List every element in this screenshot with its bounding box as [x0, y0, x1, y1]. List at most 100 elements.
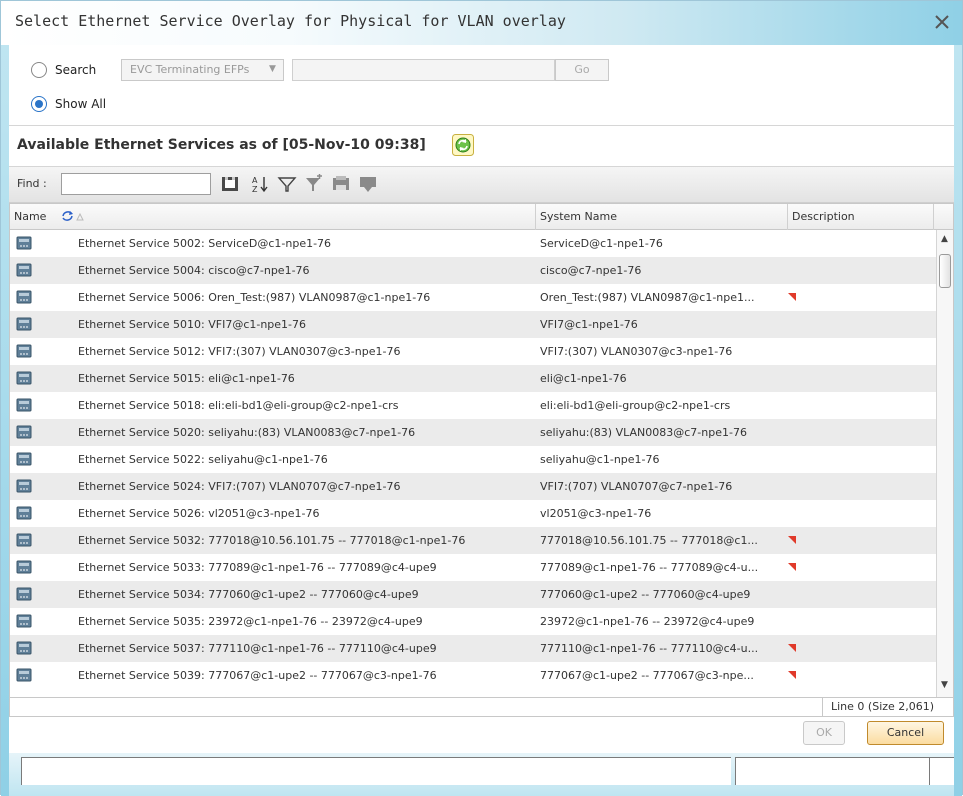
table-row[interactable]: Ethernet Service 5037: 777110@c1-npe1-76… — [10, 635, 936, 662]
system-name-cell: 777110@c1-npe1-76 -- 777110@c4-u... — [540, 642, 759, 655]
table-row[interactable]: Ethernet Service 5035: 23972@c1-npe1-76 … — [10, 608, 936, 635]
column-settings-icon[interactable] — [357, 173, 379, 195]
footer-status-field — [21, 757, 731, 785]
service-name-cell: Ethernet Service 5002: ServiceD@c1-npe1-… — [78, 237, 332, 250]
service-name-cell: Ethernet Service 5033: 777089@c1-npe1-76… — [78, 561, 437, 574]
ethernet-service-icon — [16, 316, 32, 332]
system-name-cell: eli@c1-npe1-76 — [540, 372, 627, 385]
table-row[interactable]: Ethernet Service 5024: VFI7:(707) VLAN07… — [10, 473, 936, 500]
cancel-button[interactable]: Cancel — [867, 721, 944, 745]
ethernet-service-icon — [16, 613, 32, 629]
search-input[interactable] — [292, 59, 555, 81]
service-name-cell: Ethernet Service 5037: 777110@c1-npe1-76… — [78, 642, 437, 655]
ethernet-service-icon — [16, 505, 32, 521]
table-row[interactable]: Ethernet Service 5022: seliyahu@c1-npe1-… — [10, 446, 936, 473]
available-services-title: Available Ethernet Services as of [05-No… — [17, 137, 426, 153]
service-name-cell: Ethernet Service 5006: Oren_Test:(987) V… — [78, 291, 431, 304]
ethernet-service-icon — [16, 451, 32, 467]
print-icon[interactable] — [330, 173, 352, 195]
services-table: Name System Name Description Ethernet Se… — [9, 203, 954, 698]
system-name-cell: VFI7@c1-npe1-76 — [540, 318, 638, 331]
table-row[interactable]: Ethernet Service 5002: ServiceD@c1-npe1-… — [10, 230, 936, 257]
ethernet-service-icon — [16, 667, 32, 683]
truncation-marker-icon — [788, 290, 796, 301]
table-toolbar: Find : A Z — [9, 167, 954, 203]
left-border-strip — [1, 45, 9, 796]
table-row[interactable]: Ethernet Service 5026: vl2051@c3-npe1-76… — [10, 500, 936, 527]
service-name-cell: Ethernet Service 5018: eli:eli-bd1@eli-g… — [78, 399, 399, 412]
scrollbar-thumb[interactable] — [939, 254, 951, 288]
service-name-cell: Ethernet Service 5032: 777018@10.56.101.… — [78, 534, 466, 547]
dialog-footer — [9, 753, 954, 796]
line-size-indicator: Line 0 (Size 2,061) — [822, 698, 955, 716]
system-name-cell: vl2051@c3-npe1-76 — [540, 507, 652, 520]
table-row[interactable]: Ethernet Service 5004: cisco@c7-npe1-76 c… — [10, 257, 936, 284]
truncation-marker-icon — [788, 668, 796, 679]
svg-text:Z: Z — [252, 185, 258, 194]
scroll-up-icon[interactable]: ▲ — [941, 234, 948, 244]
available-services-header: Available Ethernet Services as of [05-No… — [9, 125, 954, 167]
service-name-cell: Ethernet Service 5022: seliyahu@c1-npe1-… — [78, 453, 328, 466]
ethernet-service-icon — [16, 289, 32, 305]
table-row[interactable]: Ethernet Service 5010: VFI7@c1-npe1-76 VF… — [10, 311, 936, 338]
truncation-marker-icon — [788, 560, 796, 571]
dialog-title: Select Ethernet Service Overlay for Phys… — [15, 12, 566, 30]
column-header-name[interactable]: Name — [10, 204, 536, 230]
ethernet-service-icon — [16, 586, 32, 602]
table-row[interactable]: Ethernet Service 5018: eli:eli-bd1@eli-g… — [10, 392, 936, 419]
system-name-cell: 777067@c1-upe2 -- 777067@c3-npe... — [540, 669, 754, 682]
chevron-down-icon: ▼ — [269, 64, 276, 74]
close-icon[interactable] — [931, 11, 953, 33]
export-icon[interactable] — [219, 173, 241, 195]
ethernet-service-icon — [16, 370, 32, 386]
search-radio[interactable] — [31, 62, 47, 78]
system-name-cell: VFI7:(707) VLAN0707@c7-npe1-76 — [540, 480, 733, 493]
footer-status-field-secondary — [735, 757, 953, 785]
column-header-name-label: Name — [14, 210, 47, 223]
ok-button[interactable]: OK — [803, 721, 845, 745]
scroll-down-icon[interactable]: ▼ — [941, 680, 948, 690]
table-status-bar: Line 0 (Size 2,061) — [9, 698, 954, 717]
service-name-cell: Ethernet Service 5020: seliyahu:(83) VLA… — [78, 426, 416, 439]
service-name-cell: Ethernet Service 5039: 777067@c1-upe2 --… — [78, 669, 437, 682]
search-radio-label: Search — [55, 63, 97, 77]
column-header-system-name[interactable]: System Name — [536, 204, 788, 230]
sort-az-icon[interactable]: A Z — [249, 173, 271, 195]
show-all-radio[interactable] — [31, 96, 47, 112]
ethernet-service-icon — [16, 262, 32, 278]
go-button[interactable]: Go — [555, 59, 609, 81]
ethernet-service-icon — [16, 559, 32, 575]
system-name-cell: seliyahu:(83) VLAN0083@c7-npe1-76 — [540, 426, 747, 439]
system-name-cell: cisco@c7-npe1-76 — [540, 264, 642, 277]
truncation-marker-icon — [788, 533, 796, 544]
table-row[interactable]: Ethernet Service 5033: 777089@c1-npe1-76… — [10, 554, 936, 581]
column-header-description[interactable]: Description — [788, 204, 934, 230]
find-label: Find : — [17, 177, 47, 190]
system-name-cell: 23972@c1-npe1-76 -- 23972@c4-upe9 — [540, 615, 755, 628]
table-row[interactable]: Ethernet Service 5006: Oren_Test:(987) V… — [10, 284, 936, 311]
table-row[interactable]: Ethernet Service 5012: VFI7:(307) VLAN03… — [10, 338, 936, 365]
system-name-cell: ServiceD@c1-npe1-76 — [540, 237, 663, 250]
find-input[interactable] — [61, 173, 211, 195]
vertical-scrollbar[interactable]: ▲ ▼ — [936, 230, 953, 697]
search-filter-dropdown[interactable]: EVC Terminating EFPs ▼ — [121, 59, 284, 81]
radio-selected-dot — [35, 100, 43, 108]
table-row[interactable]: Ethernet Service 5032: 777018@10.56.101.… — [10, 527, 936, 554]
system-name-cell: 777060@c1-upe2 -- 777060@c4-upe9 — [540, 588, 751, 601]
table-row[interactable]: Ethernet Service 5015: eli@c1-npe1-76 eli… — [10, 365, 936, 392]
service-name-cell: Ethernet Service 5035: 23972@c1-npe1-76 … — [78, 615, 423, 628]
ethernet-service-icon — [16, 397, 32, 413]
service-name-cell: Ethernet Service 5010: VFI7@c1-npe1-76 — [78, 318, 307, 331]
service-name-cell: Ethernet Service 5026: vl2051@c3-npe1-76 — [78, 507, 320, 520]
refresh-icon[interactable] — [452, 134, 474, 156]
filter-icon[interactable] — [276, 173, 298, 195]
table-row[interactable]: Ethernet Service 5020: seliyahu:(83) VLA… — [10, 419, 936, 446]
ethernet-service-icon — [16, 343, 32, 359]
system-name-cell: Oren_Test:(987) VLAN0987@c1-npe1... — [540, 291, 755, 304]
table-row[interactable]: Ethernet Service 5034: 777060@c1-upe2 --… — [10, 581, 936, 608]
system-name-cell: eli:eli-bd1@eli-group@c2-npe1-crs — [540, 399, 731, 412]
table-row[interactable]: Ethernet Service 5039: 777067@c1-upe2 --… — [10, 662, 936, 689]
dialog-titlebar[interactable]: Select Ethernet Service Overlay for Phys… — [1, 1, 962, 45]
advanced-filter-icon[interactable] — [303, 173, 325, 195]
sort-indicator-icon[interactable] — [60, 208, 86, 224]
